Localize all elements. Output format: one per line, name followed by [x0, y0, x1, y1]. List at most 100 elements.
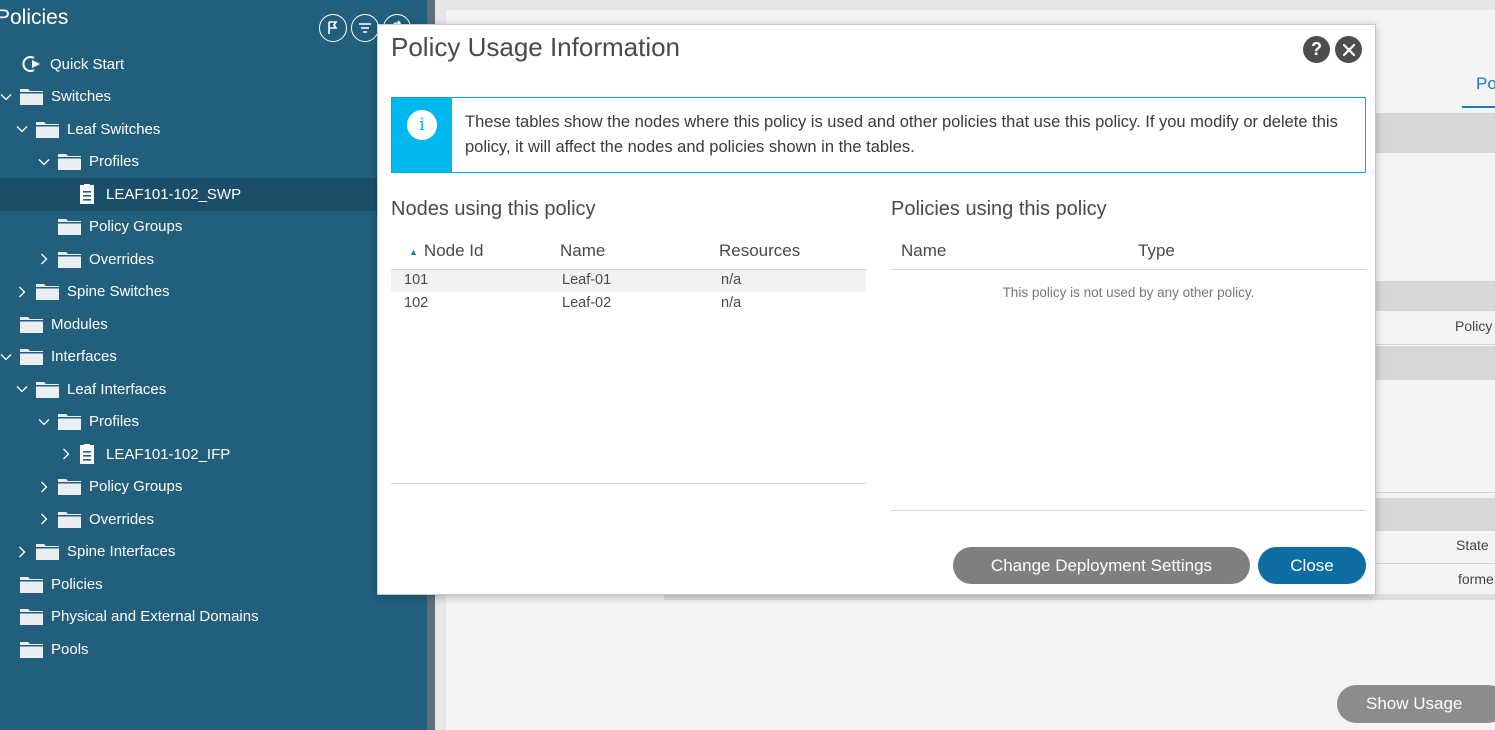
cell-node-id: 101 [404, 272, 429, 288]
sidebar-item-policies[interactable]: Policies [0, 568, 427, 601]
nodes-section-title: Nodes using this policy [391, 198, 596, 220]
sidebar-item-profiles[interactable]: Profiles [0, 406, 427, 439]
chevron-right-icon[interactable] [16, 286, 28, 298]
folder-icon [20, 88, 43, 106]
quick-start-icon [20, 54, 42, 74]
info-banner-text: These tables show the nodes where this p… [465, 113, 1338, 156]
sidebar-item-pools[interactable]: Pools [0, 633, 427, 666]
sidebar-item-label: LEAF101-102_IFP [106, 445, 231, 463]
sidebar-item-spine-interfaces[interactable]: Spine Interfaces [0, 536, 427, 569]
sidebar-item-label: Policy Groups [89, 478, 183, 496]
nodes-col-name[interactable]: Name [560, 241, 605, 261]
sidebar-item-label: Switches [51, 88, 112, 106]
policies-section-title: Policies using this policy [891, 198, 1107, 220]
background-col-policy: Policy [1455, 318, 1493, 334]
background-section-band [1376, 498, 1495, 531]
info-banner: i These tables show the nodes where this… [391, 97, 1366, 173]
dialog-title: Policy Usage Information [391, 32, 681, 62]
sort-ascending-icon: ▲ [409, 246, 418, 257]
sidebar-item-label: Profiles [89, 153, 140, 171]
folder-icon [20, 608, 43, 626]
sidebar-title: Policies [0, 6, 69, 29]
sidebar-item-physical-and-external-domains[interactable]: Physical and External Domains [0, 601, 427, 634]
sidebar-item-interfaces[interactable]: Interfaces [0, 341, 427, 374]
folder-icon [36, 283, 59, 301]
show-usage-button[interactable]: Show Usage [1337, 685, 1495, 723]
chevron-down-icon[interactable] [0, 91, 12, 103]
close-icon[interactable] [1335, 36, 1362, 63]
sidebar-item-policy-groups[interactable]: Policy Groups [0, 211, 427, 244]
chevron-down-icon[interactable] [16, 383, 28, 395]
nodes-col-node-id[interactable]: ▲ Node Id [409, 241, 483, 261]
cell-resources: n/a [721, 272, 742, 288]
folder-icon [36, 121, 59, 138]
sidebar-item-quick-start[interactable]: Quick Start [0, 48, 427, 81]
sidebar-item-leaf-interfaces[interactable]: Leaf Interfaces [0, 373, 427, 406]
policies-empty-message: This policy is not used by any other pol… [1002, 285, 1255, 300]
help-icon[interactable]: ? [1303, 36, 1330, 63]
sidebar-item-policy-groups[interactable]: Policy Groups [0, 471, 427, 504]
sidebar-item-leaf-switches[interactable]: Leaf Switches [0, 113, 427, 146]
chevron-right-icon[interactable] [60, 448, 72, 460]
sidebar-item-overrides[interactable]: Overrides [0, 243, 427, 276]
change-deployment-settings-button[interactable]: Change Deployment Settings [953, 547, 1250, 584]
sidebar-item-label: LEAF101-102_SWP [106, 185, 242, 203]
chevron-down-icon[interactable] [38, 416, 50, 428]
background-header-band [1376, 113, 1495, 153]
table-row[interactable]: 102 Leaf-02 n/a [391, 293, 866, 315]
sidebar-item-profiles[interactable]: Profiles [0, 146, 427, 179]
folder-icon [58, 153, 81, 171]
sidebar-item-label: Spine Interfaces [67, 543, 176, 561]
flag-action-icon[interactable] [319, 14, 347, 42]
policies-col-name[interactable]: Name [901, 241, 946, 261]
document-icon [80, 184, 94, 205]
sidebar-item-label: Physical and External Domains [51, 608, 259, 626]
chevron-right-icon[interactable] [38, 481, 50, 493]
sidebar-item-modules[interactable]: Modules [0, 308, 427, 341]
close-button[interactable]: Close [1258, 547, 1366, 584]
cell-resources: n/a [721, 295, 742, 311]
chevron-right-icon[interactable] [38, 253, 50, 265]
sidebar: Policies Quick Start Switches Leaf Switche… [0, 0, 427, 730]
filter-action-icon[interactable] [351, 14, 379, 42]
navigation-tree: Quick Start Switches Leaf Switches Profiles… [0, 48, 427, 666]
chevron-down-icon[interactable] [38, 156, 50, 168]
background-tab[interactable]: Po [1462, 72, 1495, 108]
sidebar-item-label: Overrides [89, 510, 155, 528]
sidebar-item-overrides[interactable]: Overrides [0, 503, 427, 536]
sidebar-item-label: Pools [51, 640, 89, 658]
folder-icon [36, 543, 59, 561]
sidebar-item-leaf101-102-swp[interactable]: LEAF101-102_SWP [0, 178, 427, 211]
background-section-band [1376, 281, 1495, 311]
chevron-right-icon[interactable] [16, 546, 28, 558]
sidebar-item-label: Leaf Switches [67, 120, 161, 138]
policies-col-type[interactable]: Type [1138, 241, 1175, 261]
nodes-table-footer-line [391, 483, 866, 484]
policies-table-footer-line [891, 510, 1366, 511]
background-cell-state: forme [1458, 571, 1494, 587]
nodes-col-resources[interactable]: Resources [719, 241, 800, 261]
folder-icon [58, 251, 81, 268]
sidebar-item-switches[interactable]: Switches [0, 81, 427, 114]
sidebar-item-leaf101-102-ifp[interactable]: LEAF101-102_IFP [0, 438, 427, 471]
sidebar-item-label: Spine Switches [67, 283, 170, 301]
sidebar-item-spine-switches[interactable]: Spine Switches [0, 276, 427, 309]
background-divider [1376, 492, 1495, 493]
cell-node-id: 102 [404, 295, 429, 311]
folder-icon [20, 316, 43, 333]
background-section-band [1376, 346, 1495, 380]
folder-icon [58, 478, 81, 496]
chevron-right-icon[interactable] [38, 513, 50, 525]
sidebar-item-label: Interfaces [51, 348, 117, 366]
table-row[interactable]: 101 Leaf-01 n/a [391, 270, 866, 292]
folder-icon [20, 641, 43, 658]
sidebar-item-label: Profiles [89, 413, 140, 431]
document-icon [80, 444, 94, 465]
chevron-down-icon[interactable] [16, 123, 28, 135]
chevron-down-icon[interactable] [0, 351, 12, 363]
sidebar-item-label: Quick Start [50, 55, 125, 73]
